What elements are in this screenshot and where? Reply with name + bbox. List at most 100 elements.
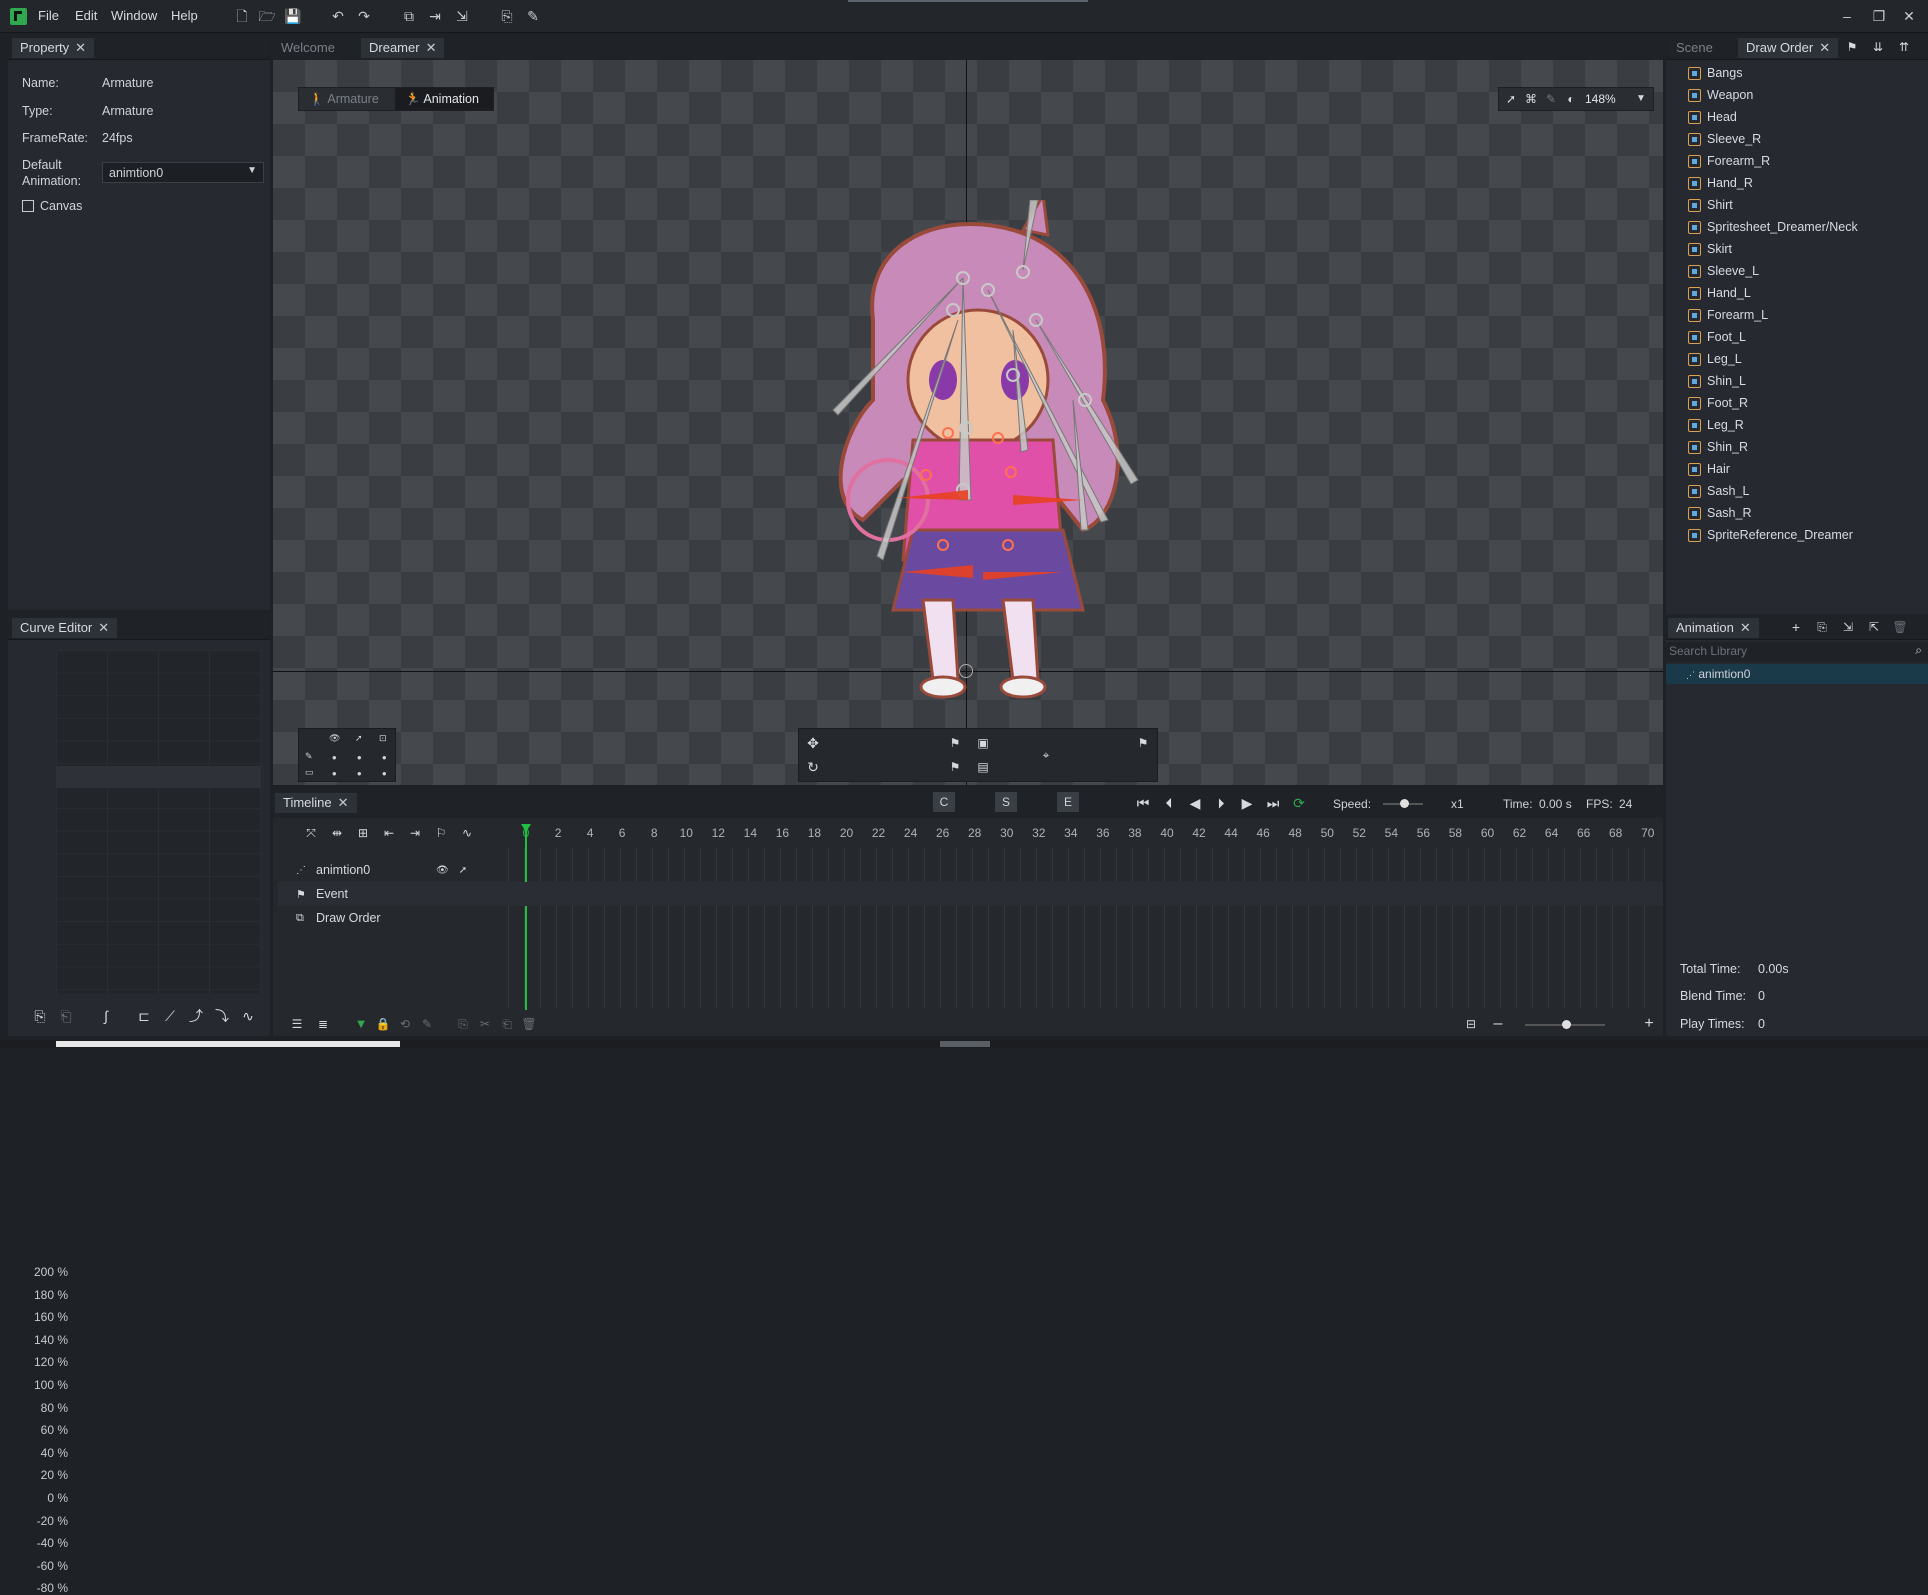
canvas-checkbox[interactable] bbox=[22, 200, 34, 212]
framerate-value[interactable]: 24fps bbox=[102, 131, 133, 145]
select-tool-icon[interactable]: ➚ bbox=[1501, 89, 1521, 109]
draw-order-item[interactable]: Sleeve_L bbox=[1688, 260, 1759, 282]
curve-step-icon[interactable]: ⊏ bbox=[134, 1006, 154, 1026]
flag-icon[interactable]: ⚑ bbox=[1133, 733, 1153, 753]
fit-icon[interactable]: ⇹ bbox=[327, 823, 347, 843]
maximize-icon[interactable]: ❐ bbox=[1870, 7, 1888, 25]
menu-window[interactable]: Window bbox=[111, 8, 157, 23]
toggle-dot[interactable]: • bbox=[357, 750, 362, 765]
pivot-icon[interactable]: ⌖ bbox=[1036, 745, 1056, 765]
timeline-zoom-slider[interactable] bbox=[1525, 1020, 1605, 1029]
draw-order-item[interactable]: Shin_R bbox=[1688, 436, 1748, 458]
last-frame-icon[interactable]: ⏭ bbox=[1263, 793, 1283, 813]
lock-icon[interactable]: ⊡ bbox=[379, 733, 387, 744]
draw-order-item[interactable]: SpriteReference_Dreamer bbox=[1688, 524, 1853, 546]
curve-linear-icon[interactable]: ⟋ bbox=[160, 1006, 180, 1026]
default-animation-select[interactable]: animtion0 ▼ bbox=[102, 162, 264, 183]
loop-icon[interactable]: ⟳ bbox=[1289, 793, 1309, 813]
paste-icon[interactable]: ⎗ bbox=[497, 1014, 517, 1034]
minimize-icon[interactable]: – bbox=[1838, 7, 1856, 25]
key-all-icon[interactable]: ⚐ bbox=[431, 823, 451, 843]
e-button[interactable]: E bbox=[1057, 792, 1079, 812]
zoom-in-icon[interactable]: + bbox=[1639, 1014, 1659, 1034]
armature-mode-button[interactable]: 🚶 Armature bbox=[299, 88, 395, 110]
curve-ease-in-icon[interactable]: ⤴ bbox=[186, 1006, 206, 1026]
open-folder-icon[interactable]: 🗁 bbox=[258, 7, 276, 25]
paste-icon[interactable]: ⎗ bbox=[56, 1006, 76, 1026]
draw-order-item[interactable]: Foot_R bbox=[1688, 392, 1748, 414]
speed-slider[interactable] bbox=[1383, 799, 1423, 808]
image-icon[interactable]: ▭ bbox=[305, 767, 314, 778]
redo-icon[interactable]: ↷ bbox=[355, 7, 373, 25]
shear-icon[interactable]: ▤ bbox=[973, 757, 993, 777]
key-right-icon[interactable]: ⇥ bbox=[405, 823, 425, 843]
bone-icon[interactable]: ✎ bbox=[305, 751, 313, 762]
draw-order-item[interactable]: Hair bbox=[1688, 458, 1730, 480]
move-icon[interactable]: ✥ bbox=[803, 733, 823, 753]
toggle-dot[interactable]: • bbox=[332, 750, 337, 765]
toggle-dot[interactable]: • bbox=[382, 766, 387, 781]
draw-order-item[interactable]: Shin_L bbox=[1688, 370, 1746, 392]
c-button[interactable]: C bbox=[933, 792, 955, 812]
draw-order-item[interactable]: Spritesheet_Dreamer/Neck bbox=[1688, 216, 1858, 238]
weight-tool-icon[interactable]: ✎ bbox=[1541, 89, 1561, 109]
first-frame-icon[interactable]: ⏮ bbox=[1133, 793, 1153, 813]
reverse-play-icon[interactable]: ◀ bbox=[1185, 793, 1205, 813]
tab-scene[interactable]: Scene bbox=[1668, 38, 1721, 58]
stage-viewport[interactable]: 🚶 Armature 🏃 Animation ➚ ⌘ ✎ ◐ 148% ▼ 👁 … bbox=[273, 60, 1663, 785]
draw-order-item[interactable]: Hand_R bbox=[1688, 172, 1753, 194]
close-icon[interactable]: ✕ bbox=[338, 795, 349, 810]
draw-order-item[interactable]: Weapon bbox=[1688, 84, 1753, 106]
eye-icon[interactable]: 👁 bbox=[329, 733, 340, 744]
flag-icon[interactable]: ⚑ bbox=[945, 733, 965, 753]
publish-icon[interactable]: ⎘ bbox=[498, 7, 516, 25]
duplicate-icon[interactable]: ⎘ bbox=[1812, 617, 1832, 637]
onion-skin-icon[interactable]: ◐ bbox=[1561, 89, 1581, 109]
menu-help[interactable]: Help bbox=[171, 8, 198, 23]
play-icon[interactable]: ⏵ bbox=[1211, 793, 1231, 813]
zoom-value[interactable]: 148% bbox=[1585, 92, 1616, 106]
tab-timeline[interactable]: Timeline ✕ bbox=[275, 793, 357, 813]
close-icon[interactable]: ✕ bbox=[1740, 620, 1751, 635]
rotate-icon[interactable]: ↻ bbox=[803, 757, 823, 777]
blend-time-value[interactable]: 0 bbox=[1758, 989, 1765, 1003]
tab-animation[interactable]: Animation ✕ bbox=[1668, 618, 1759, 638]
tab-draw-order[interactable]: Draw Order ✕ bbox=[1738, 38, 1839, 58]
toggle-dot[interactable]: • bbox=[332, 766, 337, 781]
curve-grid[interactable] bbox=[56, 650, 261, 994]
save-icon[interactable]: 💾 bbox=[284, 7, 302, 25]
animation-mode-button[interactable]: 🏃 Animation bbox=[395, 88, 493, 110]
close-icon[interactable]: ✕ bbox=[426, 40, 437, 55]
animation-list-item[interactable]: ⋰ animtion0 bbox=[1666, 664, 1928, 684]
curve-icon[interactable]: ∿ bbox=[457, 823, 477, 843]
timeline-row-event[interactable]: ⚑ Event bbox=[278, 882, 1663, 906]
expand-all-icon[interactable]: ⇈ bbox=[1894, 37, 1914, 57]
draw-order-item[interactable]: Foot_L bbox=[1688, 326, 1746, 348]
keyframe-icon[interactable]: ⊞ bbox=[353, 823, 373, 843]
draw-order-item[interactable]: Leg_R bbox=[1688, 414, 1744, 436]
flag-icon[interactable]: ⚑ bbox=[1842, 37, 1862, 57]
s-button[interactable]: S bbox=[995, 792, 1017, 812]
draw-order-item[interactable]: Bangs bbox=[1688, 62, 1742, 84]
draw-order-item[interactable]: Skirt bbox=[1688, 238, 1732, 260]
curve-custom-icon[interactable]: ∫ bbox=[96, 1006, 116, 1026]
draw-order-item[interactable]: Sash_R bbox=[1688, 502, 1751, 524]
menu-file[interactable]: File bbox=[38, 8, 59, 23]
scale-icon[interactable]: ▣ bbox=[973, 733, 993, 753]
expand-icon[interactable]: ⤧ bbox=[301, 823, 321, 843]
tab-dreamer[interactable]: Dreamer ✕ bbox=[361, 38, 445, 58]
tab-property[interactable]: Property ✕ bbox=[12, 38, 95, 58]
prev-frame-icon[interactable]: ⏴ bbox=[1159, 793, 1179, 813]
zoom-dropdown-icon[interactable]: ▼ bbox=[1631, 89, 1651, 109]
timeline-row-draw-order[interactable]: ⧉ Draw Order bbox=[278, 906, 1663, 930]
curve-ease-inout-icon[interactable]: ∿ bbox=[238, 1006, 258, 1026]
flag-icon[interactable]: ⚑ bbox=[945, 757, 965, 777]
export-folder-icon[interactable]: ⇲ bbox=[453, 7, 471, 25]
name-value[interactable]: Armature bbox=[102, 76, 153, 90]
copy-icon[interactable]: ⎘ bbox=[30, 1006, 50, 1026]
next-frame-icon[interactable]: ▶ bbox=[1237, 793, 1257, 813]
draw-order-item[interactable]: Hand_L bbox=[1688, 282, 1751, 304]
import-icon[interactable]: ⧉ bbox=[400, 7, 418, 25]
toggle-dot[interactable]: • bbox=[357, 766, 362, 781]
edit-icon[interactable]: ✎ bbox=[524, 7, 542, 25]
